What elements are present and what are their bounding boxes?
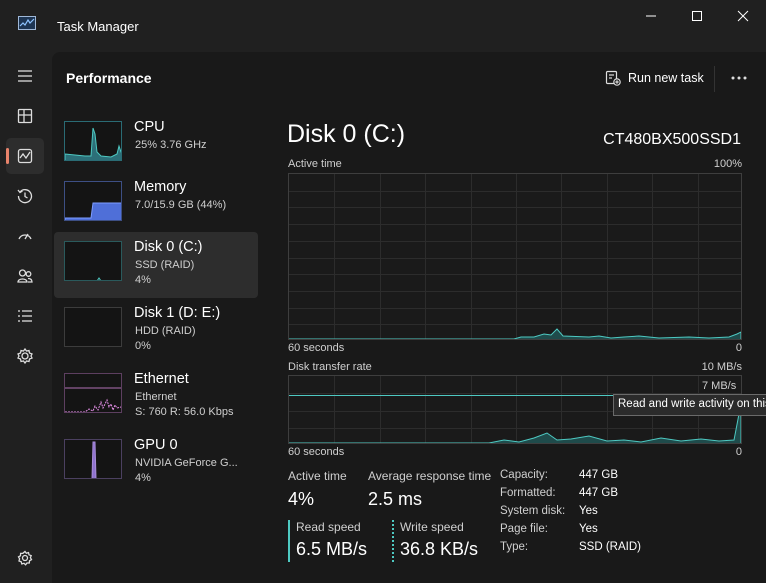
device-name: Disk 1 (D: E:) — [134, 305, 221, 321]
formatted-label: Formatted: — [500, 487, 556, 499]
processes-icon — [17, 108, 33, 124]
run-new-task-label: Run new task — [628, 71, 704, 85]
page-title: Performance — [66, 70, 152, 86]
read-speed-label: Read speed — [296, 520, 361, 534]
active-time-graph — [288, 173, 742, 340]
disk-1-thumbnail-graph — [64, 307, 122, 347]
device-item-disk-0[interactable]: Disk 0 (C:) SSD (RAID) 4% — [54, 232, 258, 298]
transfer-rate-graph-label: Disk transfer rate — [288, 361, 372, 373]
capacity-label: Capacity: — [500, 469, 548, 481]
maximize-button[interactable] — [674, 0, 720, 32]
device-item-cpu[interactable]: CPU 25% 3.76 GHz — [54, 112, 258, 178]
nav-processes[interactable] — [6, 98, 44, 134]
device-subtitle: 7.0/15.9 GB (44%) — [135, 199, 227, 211]
device-subtitle: NVIDIA GeForce G... — [135, 457, 238, 469]
header-divider — [714, 66, 715, 92]
device-subtitle: SSD (RAID) — [135, 259, 195, 271]
menu-icon — [18, 70, 32, 82]
active-nav-indicator — [6, 148, 9, 164]
close-button[interactable] — [720, 0, 766, 32]
page-file-label: Page file: — [500, 523, 548, 535]
disk-0-thumbnail-graph — [64, 241, 122, 281]
type-value: SSD (RAID) — [579, 541, 641, 553]
nav-settings[interactable] — [6, 540, 44, 576]
device-subtitle: HDD (RAID) — [135, 325, 196, 337]
write-speed-label: Write speed — [400, 520, 464, 534]
device-name: Ethernet — [134, 371, 189, 387]
device-item-disk-1[interactable]: Disk 1 (D: E:) HDD (RAID) 0% — [54, 298, 258, 364]
device-name: Disk 0 (C:) — [134, 239, 203, 255]
avg-response-label: Average response time — [368, 469, 492, 483]
capacity-value: 447 GB — [579, 469, 618, 481]
task-manager-window: Task Manager Performance Run new task CP… — [0, 0, 766, 583]
active-time-value: 4% — [288, 489, 315, 509]
services-icon — [17, 348, 33, 364]
tooltip: Read and write activity on this disk — [613, 394, 766, 416]
transfer-rate-graph-duration: 60 seconds — [288, 446, 345, 458]
performance-icon — [17, 148, 33, 164]
run-new-task-button[interactable]: Run new task — [600, 66, 710, 90]
transfer-rate-graph-max: 10 MB/s — [701, 361, 742, 373]
transfer-rate-secondary-scale: 7 MB/s — [702, 380, 737, 392]
device-name: Memory — [134, 179, 187, 195]
type-label: Type: — [500, 541, 529, 553]
more-icon — [731, 76, 747, 80]
avg-response-value: 2.5 ms — [368, 489, 423, 509]
system-disk-value: Yes — [579, 505, 598, 517]
system-disk-label: System disk: — [500, 505, 566, 517]
title-bar: Task Manager — [0, 0, 766, 52]
window-title: Task Manager — [57, 19, 139, 34]
device-item-gpu-0[interactable]: GPU 0 NVIDIA GeForce G... 4% — [54, 430, 258, 496]
device-name: GPU 0 — [134, 437, 178, 453]
active-time-graph-min: 0 — [735, 342, 742, 354]
write-speed-value: 36.8 KB/s — [400, 539, 479, 559]
write-speed-indicator — [392, 520, 394, 562]
nav-services[interactable] — [6, 338, 44, 374]
device-value: S: 760 R: 56.0 Kbps — [135, 406, 234, 418]
device-item-ethernet[interactable]: Ethernet Ethernet S: 760 R: 56.0 Kbps — [54, 364, 258, 430]
active-time-graph-duration: 60 seconds — [288, 342, 345, 354]
startup-apps-icon — [18, 233, 32, 240]
memory-thumbnail-graph — [64, 181, 122, 221]
cpu-thumbnail-graph — [64, 121, 122, 161]
ethernet-thumbnail-graph — [64, 373, 122, 413]
nav-details[interactable] — [6, 298, 44, 334]
nav-performance[interactable] — [6, 138, 44, 174]
device-item-memory[interactable]: Memory 7.0/15.9 GB (44%) — [54, 172, 258, 238]
transfer-rate-graph-min: 0 — [735, 446, 742, 458]
detail-title: Disk 0 (C:) — [287, 120, 406, 148]
page-file-value: Yes — [579, 523, 598, 535]
details-icon — [18, 310, 32, 322]
device-subtitle: Ethernet — [135, 391, 177, 403]
settings-icon — [17, 550, 33, 566]
more-options-button[interactable] — [726, 66, 752, 90]
read-speed-indicator — [288, 520, 290, 562]
active-time-series — [289, 328, 741, 339]
task-manager-app-icon — [18, 16, 36, 30]
device-value: 4% — [135, 274, 151, 286]
main-panel: Performance Run new task CPU 25% 3.76 GH… — [52, 52, 766, 583]
read-speed-value: 6.5 MB/s — [296, 539, 368, 559]
device-name: CPU — [134, 119, 165, 135]
run-task-icon — [605, 70, 621, 86]
gpu-thumbnail-graph — [64, 439, 122, 479]
formatted-value: 447 GB — [579, 487, 618, 499]
menu-toggle-button[interactable] — [6, 58, 44, 94]
nav-users[interactable] — [6, 258, 44, 294]
device-value: 4% — [135, 472, 151, 484]
device-value: 0% — [135, 340, 151, 352]
minimize-button[interactable] — [628, 0, 674, 32]
active-time-graph-max: 100% — [713, 158, 742, 170]
active-time-label: Active time — [288, 469, 347, 483]
users-icon — [17, 269, 33, 283]
app-history-icon — [17, 189, 33, 204]
disk-model: CT480BX500SSD1 — [603, 131, 741, 148]
device-subtitle: 25% 3.76 GHz — [135, 139, 207, 151]
nav-startup-apps[interactable] — [6, 218, 44, 254]
active-time-graph-label: Active time — [288, 158, 342, 170]
nav-app-history[interactable] — [6, 178, 44, 214]
